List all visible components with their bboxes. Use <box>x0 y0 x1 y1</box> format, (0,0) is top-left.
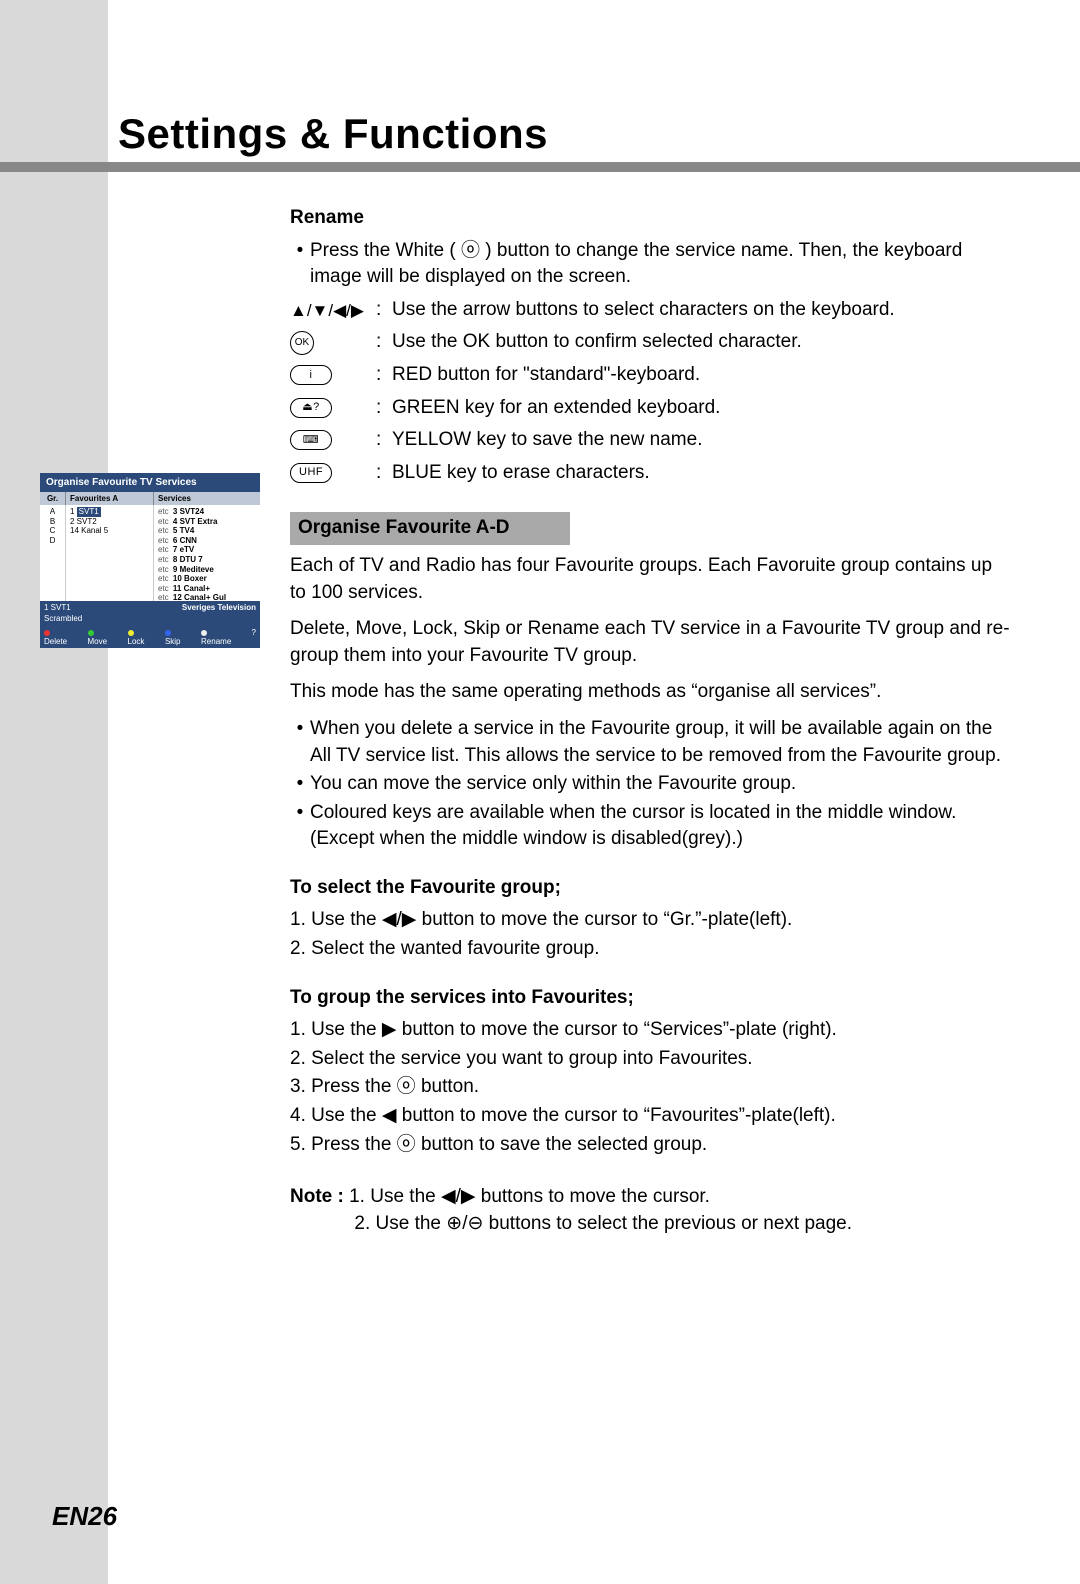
key-icon: ⏏? <box>290 398 376 418</box>
osd-footer: DeleteMoveLockSkipRename? <box>40 626 260 648</box>
key-icon: OK <box>290 331 376 355</box>
osd-info-right: Sveriges Television <box>140 601 260 614</box>
def-text: YELLOW key to save the new name. <box>392 427 1010 454</box>
note-label: Note : <box>290 1186 344 1207</box>
note-item-2: 2. Use the ⊕/⊖ buttons to select the pre… <box>354 1213 852 1234</box>
key-icon: i <box>290 365 376 385</box>
def-text: Use the OK button to confirm selected ch… <box>392 329 1010 356</box>
organise-heading: Organise Favourite A-D <box>290 512 570 545</box>
group-services-heading: To group the services into Favourites; <box>290 985 1010 1012</box>
def-text: BLUE key to erase characters. <box>392 460 1010 487</box>
step: 3. Press the ⓞ button. <box>290 1074 1010 1101</box>
osd-screenshot: Organise Favourite TV Services Gr. Favou… <box>40 473 260 648</box>
osd-title: Organise Favourite TV Services <box>40 473 260 492</box>
rename-heading: Rename <box>290 205 1010 232</box>
osd-col-gr: Gr. <box>40 492 66 505</box>
select-group-heading: To select the Favourite group; <box>290 875 1010 902</box>
step: 1. Use the ◀/▶ button to move the cursor… <box>290 907 1010 934</box>
organise-p3: This mode has the same operating methods… <box>290 679 1010 706</box>
osd-col-services: Services <box>154 492 260 505</box>
organise-bullet: Coloured keys are available when the cur… <box>310 800 1010 853</box>
def-text: Use the arrow buttons to select characte… <box>392 297 1010 324</box>
bullet-icon: • <box>290 238 310 265</box>
step: 1. Use the ▶ button to move the cursor t… <box>290 1017 1010 1044</box>
page-number: EN26 <box>52 1501 117 1532</box>
organise-p1: Each of TV and Radio has four Favourite … <box>290 553 1010 606</box>
osd-scrambled: Scrambled <box>40 614 260 626</box>
organise-bullet: You can move the service only within the… <box>310 771 1010 798</box>
step: 2. Select the service you want to group … <box>290 1046 1010 1073</box>
page-title: Settings & Functions <box>118 110 548 158</box>
osd-col-favs: Favourites A <box>66 492 154 505</box>
step: 2. Select the wanted favourite group. <box>290 936 1010 963</box>
osd-info-left: 1 SVT1 <box>40 601 140 614</box>
step: 5. Press the ⓞ button to save the select… <box>290 1132 1010 1159</box>
rename-intro: Press the White ( ⓞ ) button to change t… <box>310 238 1010 291</box>
organise-p2: Delete, Move, Lock, Skip or Rename each … <box>290 616 1010 669</box>
key-icon: ⌨ <box>290 430 376 450</box>
note-item-1: 1. Use the ◀/▶ buttons to move the curso… <box>349 1186 710 1207</box>
key-icon: ▲/▼/◀/▶ <box>290 302 376 319</box>
organise-bullet: When you delete a service in the Favouri… <box>310 716 1010 769</box>
title-rule <box>0 162 1080 172</box>
def-text: RED button for "standard"-keyboard. <box>392 362 1010 389</box>
key-icon: UHF <box>290 463 376 483</box>
left-grey-strip <box>0 0 108 1584</box>
step: 4. Use the ◀ button to move the cursor t… <box>290 1103 1010 1130</box>
def-text: GREEN key for an extended keyboard. <box>392 395 1010 422</box>
